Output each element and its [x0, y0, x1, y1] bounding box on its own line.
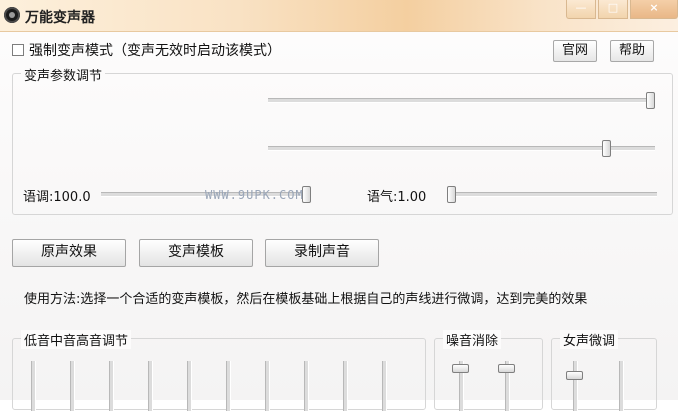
tone-slider-track[interactable] — [447, 192, 657, 197]
close-button[interactable]: × — [630, 0, 678, 19]
noise-removal-group: 噪音消除 — [434, 330, 543, 411]
original-voice-button[interactable]: 原声效果 — [12, 239, 126, 267]
force-mode-label: 强制变声模式（变声无效时启动该模式） — [29, 43, 281, 59]
voice-params-group: 变声参数调节 语调:100.0 语气:1.00 — [12, 65, 673, 215]
slider-1-thumb[interactable] — [646, 92, 655, 109]
pitch-label: 语调:100.0 — [23, 190, 91, 205]
eq-band-4[interactable] — [148, 361, 153, 411]
eq-group: 低音中音高音调节 — [12, 330, 426, 411]
noise-removal-title: 噪音消除 — [443, 330, 502, 349]
eq-band-6[interactable] — [226, 361, 231, 411]
eq-band-1[interactable] — [31, 361, 36, 411]
help-button[interactable]: 帮助 — [610, 40, 654, 62]
female-slider-1-track[interactable] — [573, 361, 578, 411]
maximize-button[interactable]: □ — [598, 0, 628, 19]
window-title: 万能变声器 — [25, 10, 95, 26]
watermark-text: WWW.9UPK.COM — [205, 188, 304, 202]
eq-band-8[interactable] — [304, 361, 309, 411]
title-bar[interactable]: 万能变声器 — □ × — [0, 0, 678, 32]
eq-band-5[interactable] — [187, 361, 192, 411]
usage-instructions: 使用方法:选择一个合适的变声模板，然后在模板基础上根据自己的声线进行微调，达到完… — [24, 292, 588, 307]
female-slider-2-track[interactable] — [619, 361, 624, 411]
eq-band-2[interactable] — [70, 361, 75, 411]
eq-band-3[interactable] — [109, 361, 114, 411]
noise-slider-2-thumb[interactable] — [498, 364, 515, 373]
eq-band-9[interactable] — [343, 361, 348, 411]
noise-slider-1-thumb[interactable] — [452, 364, 469, 373]
slider-1-track[interactable] — [268, 98, 655, 103]
headphones-icon — [4, 7, 20, 23]
female-slider-1-thumb[interactable] — [566, 371, 583, 380]
female-voice-title: 女声微调 — [560, 330, 619, 349]
force-mode-checkbox[interactable] — [12, 44, 24, 56]
eq-group-title: 低音中音高音调节 — [21, 330, 132, 349]
voice-params-title: 变声参数调节 — [21, 65, 106, 84]
eq-band-10[interactable] — [382, 361, 387, 411]
website-button[interactable]: 官网 — [553, 40, 597, 62]
female-voice-group: 女声微调 — [551, 330, 657, 411]
force-mode-option[interactable]: 强制变声模式（变声无效时启动该模式） — [12, 41, 281, 59]
tone-label: 语气:1.00 — [367, 190, 427, 205]
slider-2-track[interactable] — [268, 146, 655, 151]
eq-band-7[interactable] — [265, 361, 270, 411]
minimize-button[interactable]: — — [566, 0, 596, 19]
tone-slider-thumb[interactable] — [447, 186, 456, 203]
slider-2-thumb[interactable] — [602, 140, 611, 157]
record-sound-button[interactable]: 录制声音 — [265, 239, 379, 267]
main-panel: 强制变声模式（变声无效时启动该模式） 官网 帮助 变声参数调节 语调:100.0… — [0, 32, 678, 411]
voice-template-button[interactable]: 变声模板 — [139, 239, 253, 267]
